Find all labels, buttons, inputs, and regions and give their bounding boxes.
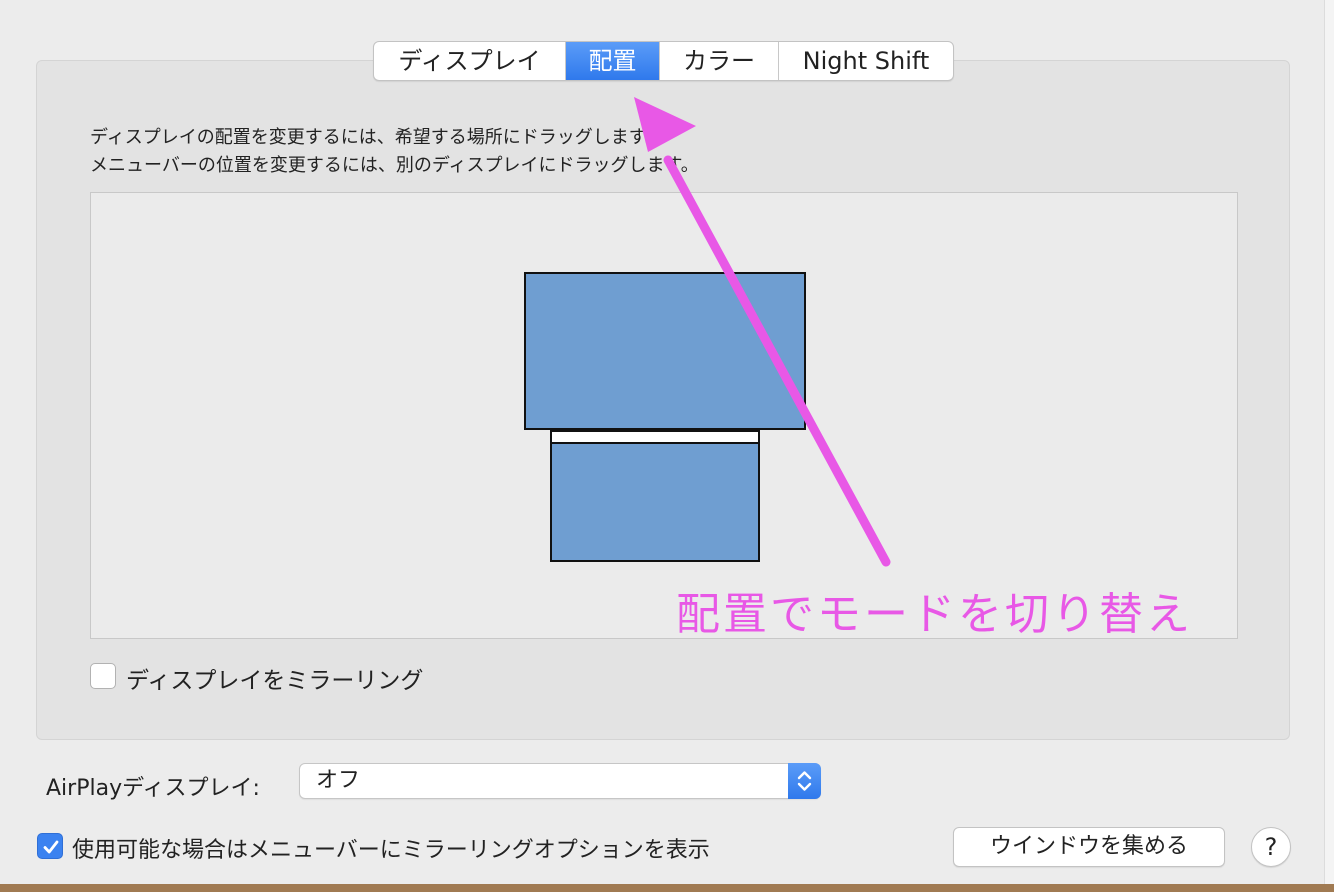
annotation-arrow <box>634 97 891 567</box>
annotation-label: 配置でモードを切り替え <box>676 589 1193 640</box>
